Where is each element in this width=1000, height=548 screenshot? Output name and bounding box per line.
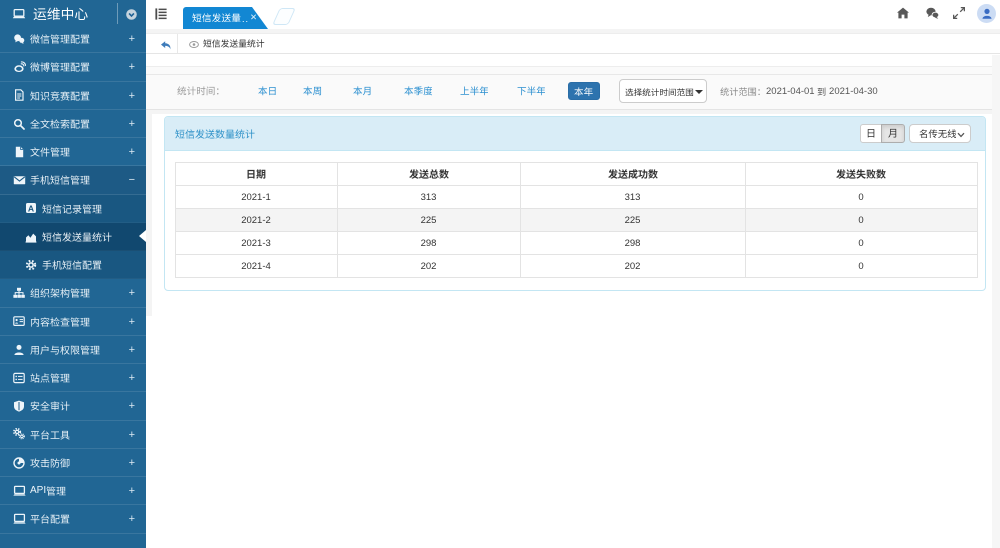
svg-text:A: A — [28, 204, 34, 214]
